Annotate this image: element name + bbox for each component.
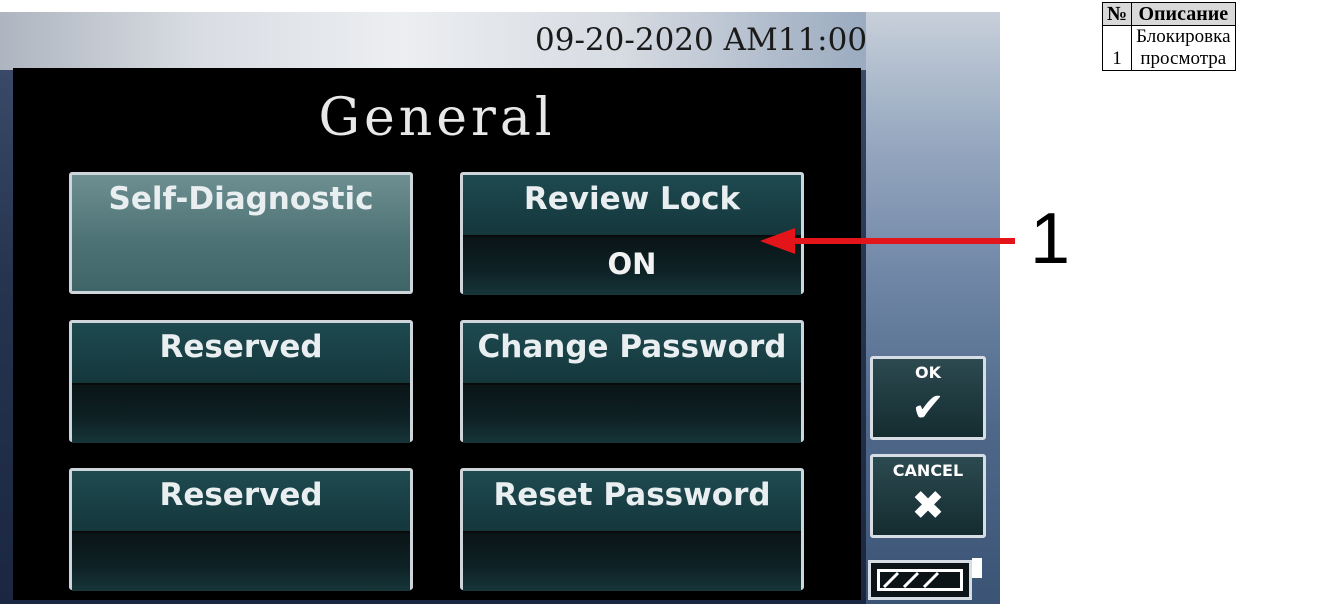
legend-desc-line2: просмотра	[1140, 48, 1227, 69]
legend-header-num: №	[1101, 2, 1133, 26]
legend-table: № Описание 1 Блокировка просмотра	[1101, 2, 1236, 71]
callout-number: 1	[1030, 199, 1071, 279]
legend-header-row: № Описание	[1101, 2, 1236, 26]
legend-row-desc: Блокировка просмотра	[1131, 25, 1236, 71]
legend-desc-line1: Блокировка	[1136, 26, 1231, 47]
callout-arrow	[760, 228, 1015, 254]
legend-header-desc: Описание	[1131, 2, 1236, 26]
legend-row-num: 1	[1101, 25, 1133, 71]
legend-row: 1 Блокировка просмотра	[1101, 25, 1236, 71]
